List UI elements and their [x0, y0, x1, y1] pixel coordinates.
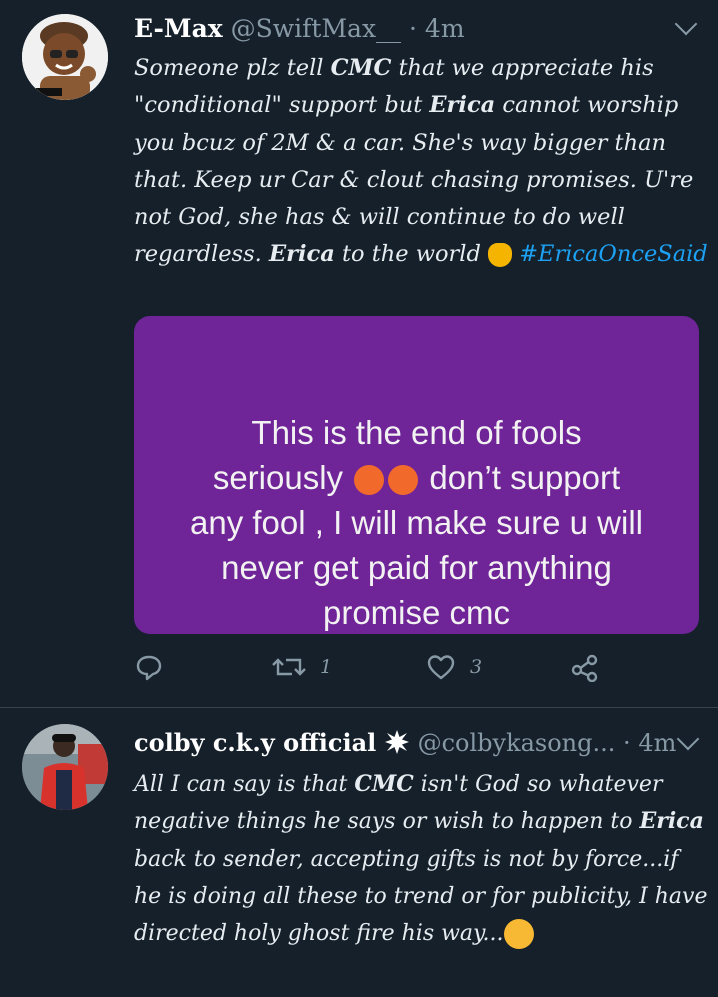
avatar[interactable]: [22, 14, 108, 100]
retweet-icon: [272, 658, 306, 676]
mention-text: CMC: [330, 55, 392, 81]
mention-text: Erica: [429, 92, 496, 119]
share-icon: [571, 654, 598, 682]
separator: ·: [409, 14, 417, 43]
flexed-biceps-emoji-icon: [488, 243, 513, 268]
retweet-count: 1: [320, 656, 333, 678]
handle[interactable]: @colbykasong...: [418, 729, 616, 757]
display-name[interactable]: colby c.k.y official: [134, 728, 376, 757]
image-text-line: seriously don’t support: [134, 455, 699, 500]
angry-face-emoji-icon: [503, 919, 534, 950]
mention-text: Erica: [639, 808, 704, 835]
like-icon: [427, 655, 455, 680]
image-text-line: any fool , I will make sure u will: [190, 504, 643, 541]
like-button[interactable]: 3: [426, 652, 482, 682]
hashtag-link[interactable]: #EricaOnceSaid: [519, 241, 708, 267]
avatar[interactable]: [22, 724, 108, 810]
reply-button[interactable]: [134, 652, 178, 682]
tweet-header: E-Max @SwiftMax__ · 4m: [134, 14, 465, 43]
mention-text: Erica: [268, 241, 335, 268]
reply-icon: [136, 655, 162, 681]
text-segment: to the world: [334, 241, 489, 268]
mention-text: CMC: [354, 771, 414, 797]
tweet-actions: 1 3: [134, 652, 604, 688]
tweet[interactable]: E-Max @SwiftMax__ · 4m Someone plz tell …: [0, 0, 718, 707]
like-count: 3: [470, 656, 483, 678]
image-text: This is the end of fools seriously don’t…: [134, 410, 699, 634]
image-text-segment: don’t support: [429, 459, 621, 496]
handle[interactable]: @SwiftMax__: [231, 14, 401, 43]
attached-image[interactable]: This is the end of fools seriously don’t…: [134, 316, 699, 634]
tweet-text: All I can say is that CMC isn't God so w…: [134, 766, 709, 952]
image-text-line: promise cmc: [322, 594, 511, 631]
display-name[interactable]: E-Max: [134, 14, 223, 43]
angry-face-emoji-icon: [388, 465, 419, 496]
timestamp[interactable]: 4m: [425, 14, 465, 43]
separator: ·: [623, 729, 631, 757]
starburst-emoji-icon: [384, 730, 409, 754]
retweet-button[interactable]: 1: [272, 652, 332, 682]
image-text-line: This is the end of fools: [251, 414, 582, 451]
tweet-header: colby c.k.y official @colbykasong... · 4…: [134, 728, 676, 757]
image-text-line: never get paid for anything: [221, 549, 612, 586]
timestamp[interactable]: 4m: [638, 729, 676, 757]
text-segment: back to sender, accepting gifts is not b…: [134, 846, 708, 947]
text-segment: Someone plz tell: [134, 55, 331, 81]
chevron-down-icon[interactable]: [674, 12, 698, 36]
share-button[interactable]: [570, 652, 600, 682]
angry-face-emoji-icon: [354, 465, 385, 496]
tweet-text: Someone plz tell CMC that we appreciate …: [134, 50, 709, 274]
text-segment: All I can say is that: [134, 772, 355, 797]
image-text-segment: seriously: [212, 459, 344, 496]
